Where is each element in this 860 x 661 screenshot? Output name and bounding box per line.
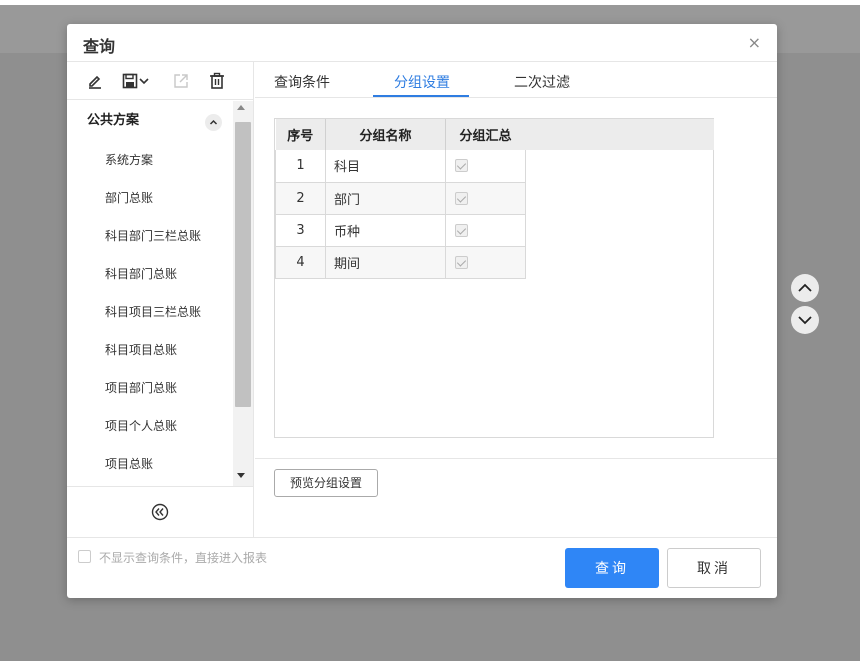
scheme-item[interactable]: 系统方案 bbox=[67, 141, 233, 179]
row-summary-cell bbox=[445, 150, 526, 183]
col-header-summary: 分组汇总 bbox=[445, 119, 526, 150]
table-row[interactable]: 4 期间 bbox=[275, 246, 526, 279]
tab-group-settings[interactable]: 分组设置 bbox=[394, 72, 450, 92]
scheme-item[interactable]: 科目项目三栏总账 bbox=[67, 293, 233, 331]
col-header-name: 分组名称 bbox=[325, 119, 446, 150]
save-icon[interactable] bbox=[121, 72, 139, 90]
preview-group-settings-button[interactable]: 预览分组设置 bbox=[274, 469, 378, 497]
query-dialog: 查询 × 公共方案 系统方案 部门总账 科目部门三栏总账 科目部门总账 科目项目… bbox=[67, 24, 819, 598]
tab-query-conditions[interactable]: 查询条件 bbox=[274, 72, 330, 92]
row-summary-cell bbox=[445, 214, 526, 247]
edit-icon[interactable] bbox=[86, 72, 104, 90]
row-no: 2 bbox=[275, 182, 326, 215]
summary-checkbox[interactable] bbox=[455, 159, 468, 173]
export-icon[interactable] bbox=[172, 72, 190, 90]
scheme-list-scrollbar[interactable] bbox=[233, 101, 253, 486]
delete-icon[interactable] bbox=[208, 72, 226, 90]
row-summary-cell bbox=[445, 182, 526, 215]
scheme-item[interactable]: 科目部门三栏总账 bbox=[67, 217, 233, 255]
scroll-down-arrow-icon[interactable] bbox=[237, 473, 245, 478]
settings-panel: 查询条件 分组设置 二次过滤 序号 分组名称 分组汇总 1 科目 2 部门 3 … bbox=[255, 62, 819, 537]
row-name[interactable]: 期间 bbox=[325, 246, 446, 279]
close-icon[interactable]: × bbox=[748, 33, 761, 52]
tab-bar: 查询条件 分组设置 二次过滤 bbox=[255, 62, 777, 98]
row-no: 4 bbox=[275, 246, 326, 279]
dialog-title: 查询 bbox=[83, 37, 116, 56]
row-no: 3 bbox=[275, 214, 326, 247]
save-dropdown-chevron-icon[interactable] bbox=[138, 72, 150, 90]
summary-checkbox[interactable] bbox=[455, 191, 468, 205]
scheme-group-header[interactable]: 公共方案 bbox=[67, 101, 233, 141]
table-row[interactable]: 2 部门 bbox=[275, 182, 526, 215]
scheme-item[interactable]: 科目部门总账 bbox=[67, 255, 233, 293]
scrollbar-thumb[interactable] bbox=[235, 122, 251, 407]
cancel-button[interactable]: 取消 bbox=[667, 548, 761, 588]
chevron-up-icon bbox=[798, 283, 812, 292]
row-name[interactable]: 币种 bbox=[325, 214, 446, 247]
panel-collapse-area bbox=[67, 486, 254, 537]
scheme-group-label: 公共方案 bbox=[87, 113, 140, 128]
table-row[interactable]: 3 币种 bbox=[275, 214, 526, 247]
grid-header-row: 序号 分组名称 分组汇总 bbox=[275, 119, 526, 150]
skip-conditions-checkbox[interactable] bbox=[78, 550, 91, 563]
footer-divider bbox=[67, 537, 777, 538]
tab-secondary-filter[interactable]: 二次过滤 bbox=[514, 72, 570, 92]
group-grid: 序号 分组名称 分组汇总 1 科目 2 部门 3 币种 4 期间 bbox=[274, 118, 714, 438]
content-divider bbox=[255, 458, 777, 459]
grid-header-fill bbox=[525, 119, 714, 150]
row-name[interactable]: 部门 bbox=[325, 182, 446, 215]
query-button[interactable]: 查询 bbox=[565, 548, 659, 588]
scheme-item[interactable]: 科目项目总账 bbox=[67, 331, 233, 369]
active-tab-indicator bbox=[373, 95, 469, 97]
summary-checkbox[interactable] bbox=[455, 223, 468, 237]
table-row[interactable]: 1 科目 bbox=[275, 150, 526, 183]
move-up-button[interactable] bbox=[791, 274, 819, 302]
skip-conditions-label: 不显示查询条件，直接进入报表 bbox=[99, 551, 268, 565]
scroll-up-arrow-icon[interactable] bbox=[237, 105, 245, 110]
row-name[interactable]: 科目 bbox=[325, 150, 446, 183]
scheme-item[interactable]: 项目个人总账 bbox=[67, 407, 233, 445]
scheme-item[interactable]: 部门总账 bbox=[67, 179, 233, 217]
col-header-no: 序号 bbox=[275, 119, 326, 150]
scheme-toolbar bbox=[67, 62, 253, 100]
scheme-list: 公共方案 系统方案 部门总账 科目部门三栏总账 科目部门总账 科目项目三栏总账 … bbox=[67, 101, 233, 486]
scheme-panel: 公共方案 系统方案 部门总账 科目部门三栏总账 科目部门总账 科目项目三栏总账 … bbox=[67, 62, 254, 537]
scheme-item[interactable]: 项目部门总账 bbox=[67, 369, 233, 407]
collapse-chevron-icon[interactable] bbox=[205, 114, 222, 131]
chevron-down-icon bbox=[798, 316, 812, 325]
scheme-item[interactable]: 项目总账 bbox=[67, 445, 233, 483]
row-no: 1 bbox=[275, 150, 326, 183]
collapse-panel-icon[interactable] bbox=[151, 503, 169, 521]
move-down-button[interactable] bbox=[791, 306, 819, 334]
group-table: 序号 分组名称 分组汇总 1 科目 2 部门 3 币种 4 期间 bbox=[275, 119, 526, 279]
summary-checkbox[interactable] bbox=[455, 255, 468, 269]
row-summary-cell bbox=[445, 246, 526, 279]
